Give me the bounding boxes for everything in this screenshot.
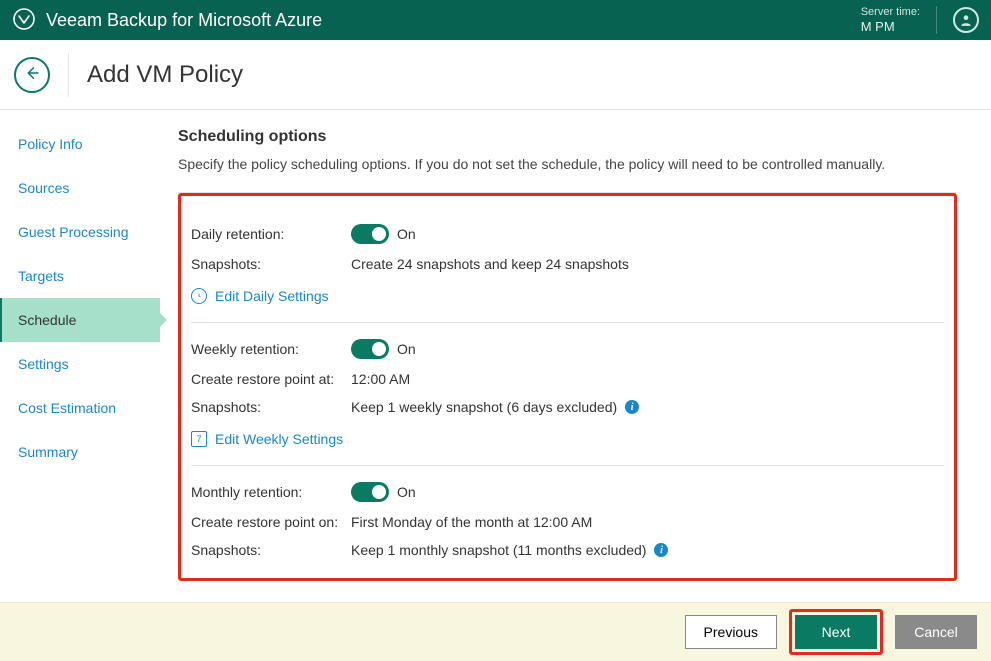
daily-retention-label: Daily retention: [191,226,351,242]
daily-snapshots-value: Create 24 snapshots and keep 24 snapshot… [351,256,629,272]
next-button-highlight: Next [789,609,883,655]
monthly-retention-toggle[interactable] [351,482,389,502]
arrow-left-icon [23,64,41,85]
server-time-value: M PM [861,19,920,35]
sidebar-item-policy-info[interactable]: Policy Info [0,122,160,166]
monthly-retention-label: Monthly retention: [191,484,351,500]
sidebar-item-label: Targets [18,268,64,284]
weekly-create-value: 12:00 AM [351,371,410,387]
monthly-create-value: First Monday of the month at 12:00 AM [351,514,592,530]
section-description: Specify the policy scheduling options. I… [178,156,957,172]
previous-button[interactable]: Previous [685,615,777,649]
weekly-retention-toggle[interactable] [351,339,389,359]
weekly-snapshots-label: Snapshots: [191,399,351,415]
weekly-snapshots-value: Keep 1 weekly snapshot (6 days excluded) [351,399,617,415]
veeam-logo-icon [12,7,36,34]
footer: Previous Next Cancel [0,602,991,661]
edit-weekly-settings-link[interactable]: 7 Edit Weekly Settings [191,431,343,447]
sidebar-item-label: Policy Info [18,136,83,152]
sidebar-item-schedule[interactable]: Schedule [0,298,160,342]
page-title: Add VM Policy [87,61,243,89]
sidebar-item-summary[interactable]: Summary [0,430,160,474]
weekly-create-label: Create restore point at: [191,371,351,387]
sidebar-item-label: Cost Estimation [18,400,116,416]
weekly-block: Weekly retention: On Create restore poin… [191,323,944,455]
sidebar-item-guest-processing[interactable]: Guest Processing [0,210,160,254]
wizard-sidebar: Policy Info Sources Guest Processing Tar… [0,110,160,602]
daily-block: Daily retention: On Snapshots: Create 24… [191,208,944,312]
edit-daily-label: Edit Daily Settings [215,288,329,304]
edit-daily-settings-link[interactable]: Edit Daily Settings [191,288,329,304]
sidebar-item-cost-estimation[interactable]: Cost Estimation [0,386,160,430]
sidebar-item-label: Guest Processing [18,224,129,240]
weekly-retention-state: On [397,341,416,357]
daily-retention-state: On [397,226,416,242]
page-header: Add VM Policy [0,40,991,110]
daily-snapshots-label: Snapshots: [191,256,351,272]
server-time: Server time: M PM [861,6,920,35]
section-title: Scheduling options [178,128,957,146]
user-avatar-icon[interactable] [953,7,979,33]
sidebar-item-label: Schedule [18,312,76,328]
body: Policy Info Sources Guest Processing Tar… [0,110,991,602]
cancel-button[interactable]: Cancel [895,615,977,649]
monthly-create-label: Create restore point on: [191,514,351,530]
product-title: Veeam Backup for Microsoft Azure [46,10,322,31]
calendar-icon: 7 [191,431,207,447]
next-button[interactable]: Next [795,615,877,649]
edit-weekly-label: Edit Weekly Settings [215,431,343,447]
clock-icon [191,288,207,304]
info-icon[interactable]: i [625,400,639,414]
info-icon[interactable]: i [654,543,668,557]
header-separator [68,53,69,97]
monthly-snapshots-value: Keep 1 monthly snapshot (11 months exclu… [351,542,646,558]
top-bar: Veeam Backup for Microsoft Azure Server … [0,0,991,40]
sidebar-item-sources[interactable]: Sources [0,166,160,210]
weekly-retention-label: Weekly retention: [191,341,351,357]
highlight-box: Daily retention: On Snapshots: Create 24… [178,193,957,581]
sidebar-item-label: Summary [18,444,78,460]
back-button[interactable] [14,57,50,93]
daily-retention-toggle[interactable] [351,224,389,244]
server-time-label: Server time: [861,6,920,19]
monthly-retention-state: On [397,484,416,500]
monthly-block: Monthly retention: On Create restore poi… [191,466,944,564]
topbar-divider [936,6,937,34]
sidebar-item-targets[interactable]: Targets [0,254,160,298]
main-panel: Scheduling options Specify the policy sc… [160,110,991,602]
monthly-snapshots-label: Snapshots: [191,542,351,558]
topbar-left: Veeam Backup for Microsoft Azure [12,7,322,34]
sidebar-item-settings[interactable]: Settings [0,342,160,386]
sidebar-item-label: Settings [18,356,69,372]
sidebar-item-label: Sources [18,180,69,196]
topbar-right: Server time: M PM [861,6,979,35]
